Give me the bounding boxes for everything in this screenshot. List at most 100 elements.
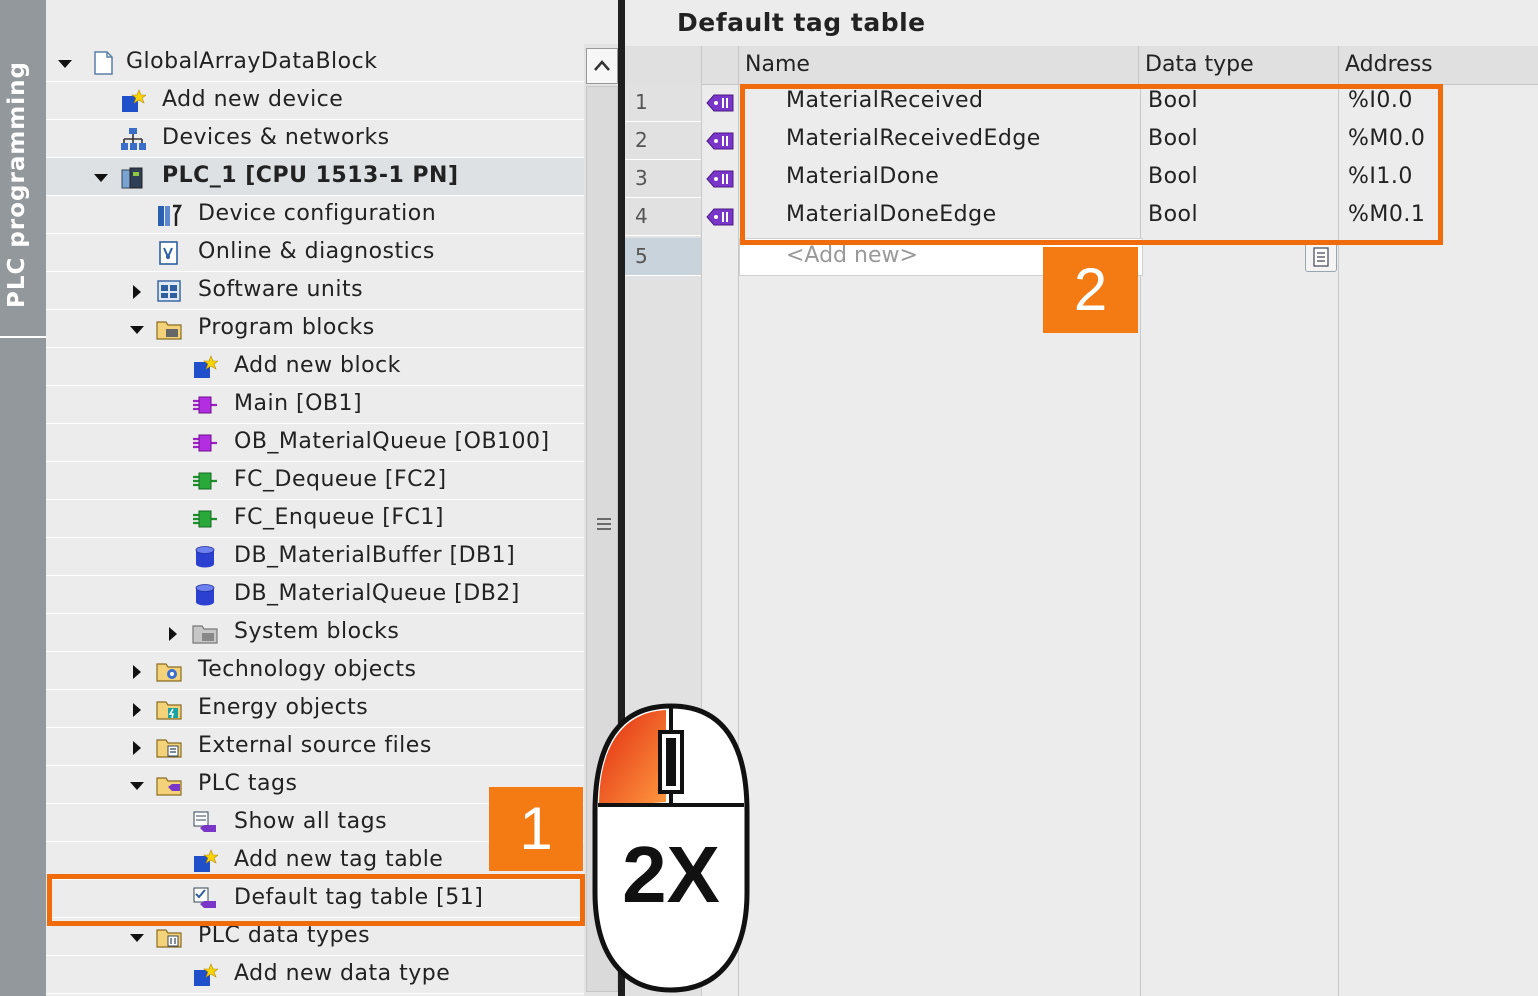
tree-item-software-units[interactable]: Software units [46,272,590,310]
software-units-icon [156,278,182,304]
tag-icon [705,206,735,228]
tree-item-label: Devices & networks [162,125,390,150]
expand-down-arrow-icon[interactable] [94,170,108,184]
tree-item-label: Add new tag table [234,847,444,872]
callout-2: 2 [1043,247,1138,333]
expand-down-arrow-icon[interactable] [130,930,144,944]
external-source-icon [156,734,182,760]
expand-down-arrow-icon[interactable] [58,56,72,70]
ob-block-icon [192,392,218,418]
editor-title: Default tag table [677,8,926,37]
expand-right-arrow-icon[interactable] [130,702,144,717]
tree-item-label: Show all tags [234,809,388,834]
row-number: 3 [625,160,701,198]
tree-item-add-new-device[interactable]: Add new device [46,82,590,120]
tree-item-label: OB_MaterialQueue [OB100] [234,429,550,454]
data-type-dropdown-button[interactable] [1305,242,1337,272]
fc-block-icon [192,506,218,532]
diagnostics-icon [156,240,182,266]
double-click-mouse-icon: 2X [592,703,750,993]
tree-item-label: FC_Dequeue [FC2] [234,467,447,492]
tree-item-energy-objects[interactable]: Energy objects [46,690,590,728]
data-types-folder-icon [156,924,182,950]
tree-item-label: Technology objects [198,657,417,682]
tree-item-plc-1-cpu-1513-1-pn[interactable]: PLC_1 [CPU 1513-1 PN] [46,158,590,196]
callout-1: 1 [489,787,583,871]
tree-item-highlight [47,874,585,926]
tree-item-label: Energy objects [198,695,369,720]
tag-icon [705,92,735,114]
add-block-icon [192,354,219,380]
tree-item-technology-objects[interactable]: Technology objects [46,652,590,690]
tag-icon [705,130,735,152]
add-tag-table-icon [192,848,219,874]
expand-right-arrow-icon[interactable] [130,664,144,679]
header-name[interactable]: Name [738,46,1139,84]
add-device-icon [120,88,147,114]
tree-item-db-materialbuffer-db1[interactable]: DB_MaterialBuffer [DB1] [46,538,590,576]
fc-block-icon [192,468,218,494]
tech-objects-icon [156,658,182,684]
plc-tags-folder-icon [156,772,182,798]
tree-item-label: Online & diagnostics [198,239,435,264]
tree-item-globalarraydatablock[interactable]: GlobalArrayDataBlock [46,44,590,82]
tree-item-program-blocks[interactable]: Program blocks [46,310,590,348]
tree-item-label: Main [OB1] [234,391,363,416]
tree-item-db-materialqueue-db2[interactable]: DB_MaterialQueue [DB2] [46,576,590,614]
tree-item-add-new-block[interactable]: Add new block [46,348,590,386]
tree-item-fc-dequeue-fc2[interactable]: FC_Dequeue [FC2] [46,462,590,500]
mouse-label: 2X [622,830,720,919]
expand-down-arrow-icon[interactable] [130,322,144,336]
tree-item-label: Add new device [162,87,344,112]
tree-item-add-new-data-type[interactable]: Add new data type [46,956,590,994]
tree-item-label: PLC_1 [CPU 1513-1 PN] [162,163,459,188]
network-icon [120,126,146,152]
project-tree-header [46,0,590,44]
tree-item-label: FC_Enqueue [FC1] [234,505,444,530]
tree-item-label: External source files [198,733,432,758]
show-tags-icon [192,810,218,836]
tree-item-fc-enqueue-fc1[interactable]: FC_Enqueue [FC1] [46,500,590,538]
tag-icon [705,168,735,190]
tree-item-label: DB_MaterialBuffer [DB1] [234,543,516,568]
tree-item-label: System blocks [234,619,400,644]
system-blocks-icon [192,620,218,646]
tree-item-label: Add new data type [234,961,451,986]
folder-icon [156,316,182,342]
tree-item-main-ob1[interactable]: Main [OB1] [46,386,590,424]
chevron-up-icon [594,60,610,71]
expand-right-arrow-icon[interactable] [130,740,144,755]
plc-icon [120,164,146,190]
expand-down-arrow-icon[interactable] [130,778,144,792]
tree-item-system-blocks[interactable]: System blocks [46,614,590,652]
tree-item-ob-materialqueue-ob100[interactable]: OB_MaterialQueue [OB100] [46,424,590,462]
add-data-type-icon [192,962,219,988]
row-number: 4 [625,198,701,236]
expand-right-arrow-icon[interactable] [130,284,144,299]
db-block-icon [192,544,218,570]
document-icon [90,50,116,76]
tag-rows-highlight [740,84,1443,245]
tree-item-device-configuration[interactable]: Device configuration [46,196,590,234]
tree-item-label: DB_MaterialQueue [DB2] [234,581,520,606]
expand-right-arrow-icon[interactable] [166,626,180,641]
list-icon [1313,247,1329,267]
tree-item-label: Device configuration [198,201,437,226]
tree-item-external-source-files[interactable]: External source files [46,728,590,766]
header-data-type[interactable]: Data type [1138,46,1339,84]
tree-item-devices-networks[interactable]: Devices & networks [46,120,590,158]
tree-item-online-diagnostics[interactable]: Online & diagnostics [46,234,590,272]
db-block-icon [192,582,218,608]
tree-item-label: Program blocks [198,315,375,340]
energy-objects-icon [156,696,182,722]
row-number: 2 [625,122,701,160]
side-tab-divider [0,336,46,338]
side-tab[interactable]: PLC programming [0,0,46,996]
table-header: Name Data type Address [625,46,1538,85]
header-address[interactable]: Address [1338,46,1538,84]
scroll-up-button[interactable] [586,48,618,84]
ob-block-icon [192,430,218,456]
header-icon-col [701,46,738,84]
row-number: 1 [625,84,701,122]
tree-item-label: Add new block [234,353,401,378]
